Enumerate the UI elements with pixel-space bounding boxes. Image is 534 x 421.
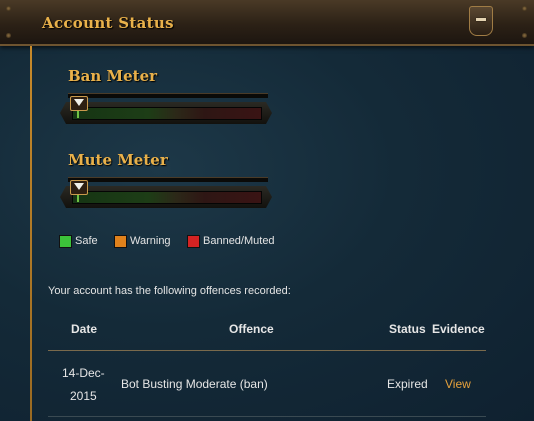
column-header-evidence: Evidence [432, 322, 485, 336]
collapse-button[interactable] [469, 6, 493, 36]
meter-rail [68, 177, 268, 182]
mute-meter [60, 177, 272, 211]
banned-swatch [187, 235, 200, 248]
meter-marker-icon [69, 180, 88, 195]
column-header-date: Date [71, 322, 98, 336]
rivet-decoration [522, 6, 527, 11]
row-divider [48, 416, 486, 417]
minus-icon [476, 18, 486, 21]
rivet-decoration [6, 6, 11, 11]
offence-status: Expired [387, 377, 428, 391]
column-header-status: Status [389, 322, 426, 336]
offence-date-line1: 14-Dec- [62, 366, 105, 380]
panel-title: Account Status [42, 14, 174, 32]
mute-meter-heading: Mute Meter [68, 151, 168, 169]
account-status-panel: Account Status Ban Meter Mute Meter Safe… [0, 0, 534, 421]
triangle-down-icon [73, 183, 84, 190]
ban-meter [60, 93, 272, 127]
safe-swatch [59, 235, 72, 248]
offence-date-line2: 2015 [70, 389, 97, 403]
meter-marker-icon [69, 96, 88, 111]
meter-gradient [72, 107, 262, 120]
meter-level-indicator [76, 110, 79, 118]
decorative-divider [30, 46, 32, 421]
view-evidence-link[interactable]: View [445, 377, 471, 391]
table-header-divider [48, 350, 486, 351]
column-header-offence: Offence [229, 322, 274, 336]
meter-level-indicator [76, 194, 79, 202]
meter-gradient [72, 191, 262, 204]
triangle-down-icon [73, 99, 84, 106]
legend-label: Safe [75, 235, 98, 247]
rivet-decoration [6, 33, 11, 38]
panel-titlebar: Account Status [0, 0, 534, 46]
legend-label: Banned/Muted [203, 235, 275, 247]
ban-meter-heading: Ban Meter [68, 67, 158, 85]
warning-swatch [114, 235, 127, 248]
rivet-decoration [522, 33, 527, 38]
legend-label: Warning [130, 235, 171, 247]
offence-description: Bot Busting Moderate (ban) [121, 377, 268, 391]
offences-intro-text: Your account has the following offences … [48, 285, 291, 297]
meter-rail [68, 93, 268, 98]
